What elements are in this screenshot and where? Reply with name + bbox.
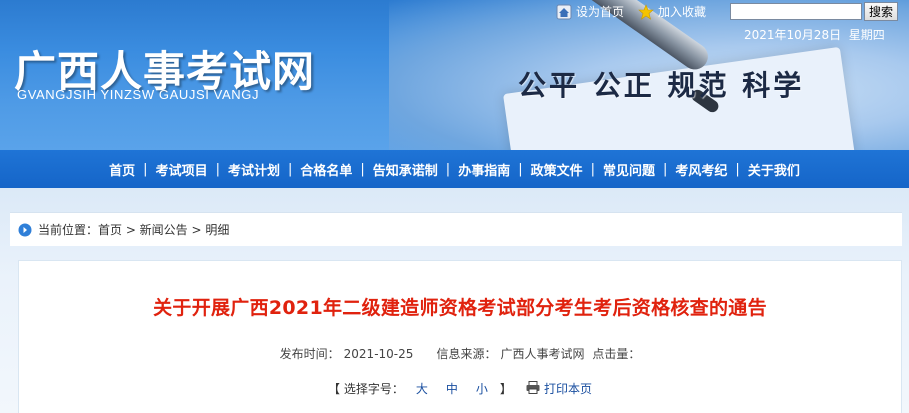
set-homepage-link[interactable]: 设为首页 (556, 3, 624, 20)
source-label: 信息来源： (436, 347, 497, 361)
current-date: 2021年10月28日 星期四 (744, 26, 885, 43)
nav-item-home[interactable]: 首页 (101, 160, 143, 179)
printer-icon (526, 380, 540, 397)
breadcrumb: 当前位置：首页 > 新闻公告 > 明细 (10, 212, 902, 246)
font-size-selector: 【 选择字号： 大 中 小 】 打印本页 (18, 380, 902, 397)
set-homepage-label: 设为首页 (576, 5, 625, 19)
site-slogan: 公平 公正 规范 科学 (518, 69, 805, 102)
print-page-link[interactable]: 打印本页 (526, 380, 592, 397)
star-icon (638, 3, 654, 20)
font-size-large-button[interactable]: 大 (416, 380, 428, 397)
date-text: 2021年10月28日 (744, 28, 842, 42)
nav-item-faq[interactable]: 常见问题 (595, 160, 663, 179)
location-arrow-icon (18, 223, 32, 237)
nav-item-exam-projects[interactable]: 考试项目 (148, 160, 216, 179)
nav-item-notification-commitment[interactable]: 告知承诺制 (365, 160, 446, 179)
home-icon (556, 4, 572, 20)
nav-item-policy-documents[interactable]: 政策文件 (523, 160, 591, 179)
source-value: 广西人事考试网 (500, 347, 585, 361)
article-meta: 发布时间： 2021-10-25 信息来源： 广西人事考试网 点击量： (18, 345, 902, 362)
site-pinyin: GVANGJSIH YINZSW GAUJSI VANGJ (17, 87, 260, 102)
add-favorite-link[interactable]: 加入收藏 (638, 3, 706, 20)
font-size-prefix: 【 选择字号： (328, 382, 404, 396)
nav-item-qualified-list[interactable]: 合格名单 (292, 160, 360, 179)
font-size-small-button[interactable]: 小 (476, 380, 488, 397)
font-size-medium-button[interactable]: 中 (446, 380, 458, 397)
header-banner: 广西人事考试网 GVANGJSIH YINZSW GAUJSI VANGJ 公平… (0, 0, 909, 150)
nav-item-about-us[interactable]: 关于我们 (740, 160, 808, 179)
nav-item-service-guide[interactable]: 办事指南 (450, 160, 518, 179)
add-favorite-label: 加入收藏 (658, 5, 707, 19)
search-input[interactable] (730, 3, 862, 20)
publish-date: 2021-10-25 (343, 347, 414, 361)
nav-item-exam-plan[interactable]: 考试计划 (220, 160, 288, 179)
publish-label: 发布时间： (279, 347, 340, 361)
main-nav: 首页 | 考试项目 | 考试计划 | 合格名单 | 告知承诺制 | 办事指南 |… (0, 150, 909, 188)
clicks-label: 点击量： (592, 347, 641, 361)
print-page-label: 打印本页 (543, 382, 592, 396)
breadcrumb-text: 当前位置：首页 > 新闻公告 > 明细 (38, 223, 230, 237)
font-size-suffix: 】 (499, 382, 512, 396)
top-utility-links: 设为首页 加入收藏 (556, 3, 706, 20)
search-button[interactable]: 搜索 (864, 2, 898, 21)
weekday-text: 星期四 (848, 28, 885, 42)
nav-item-exam-discipline[interactable]: 考风考纪 (667, 160, 735, 179)
article-title: 关于开展广西2021年二级建造师资格考试部分考生考后资格核查的通告 (153, 297, 767, 319)
